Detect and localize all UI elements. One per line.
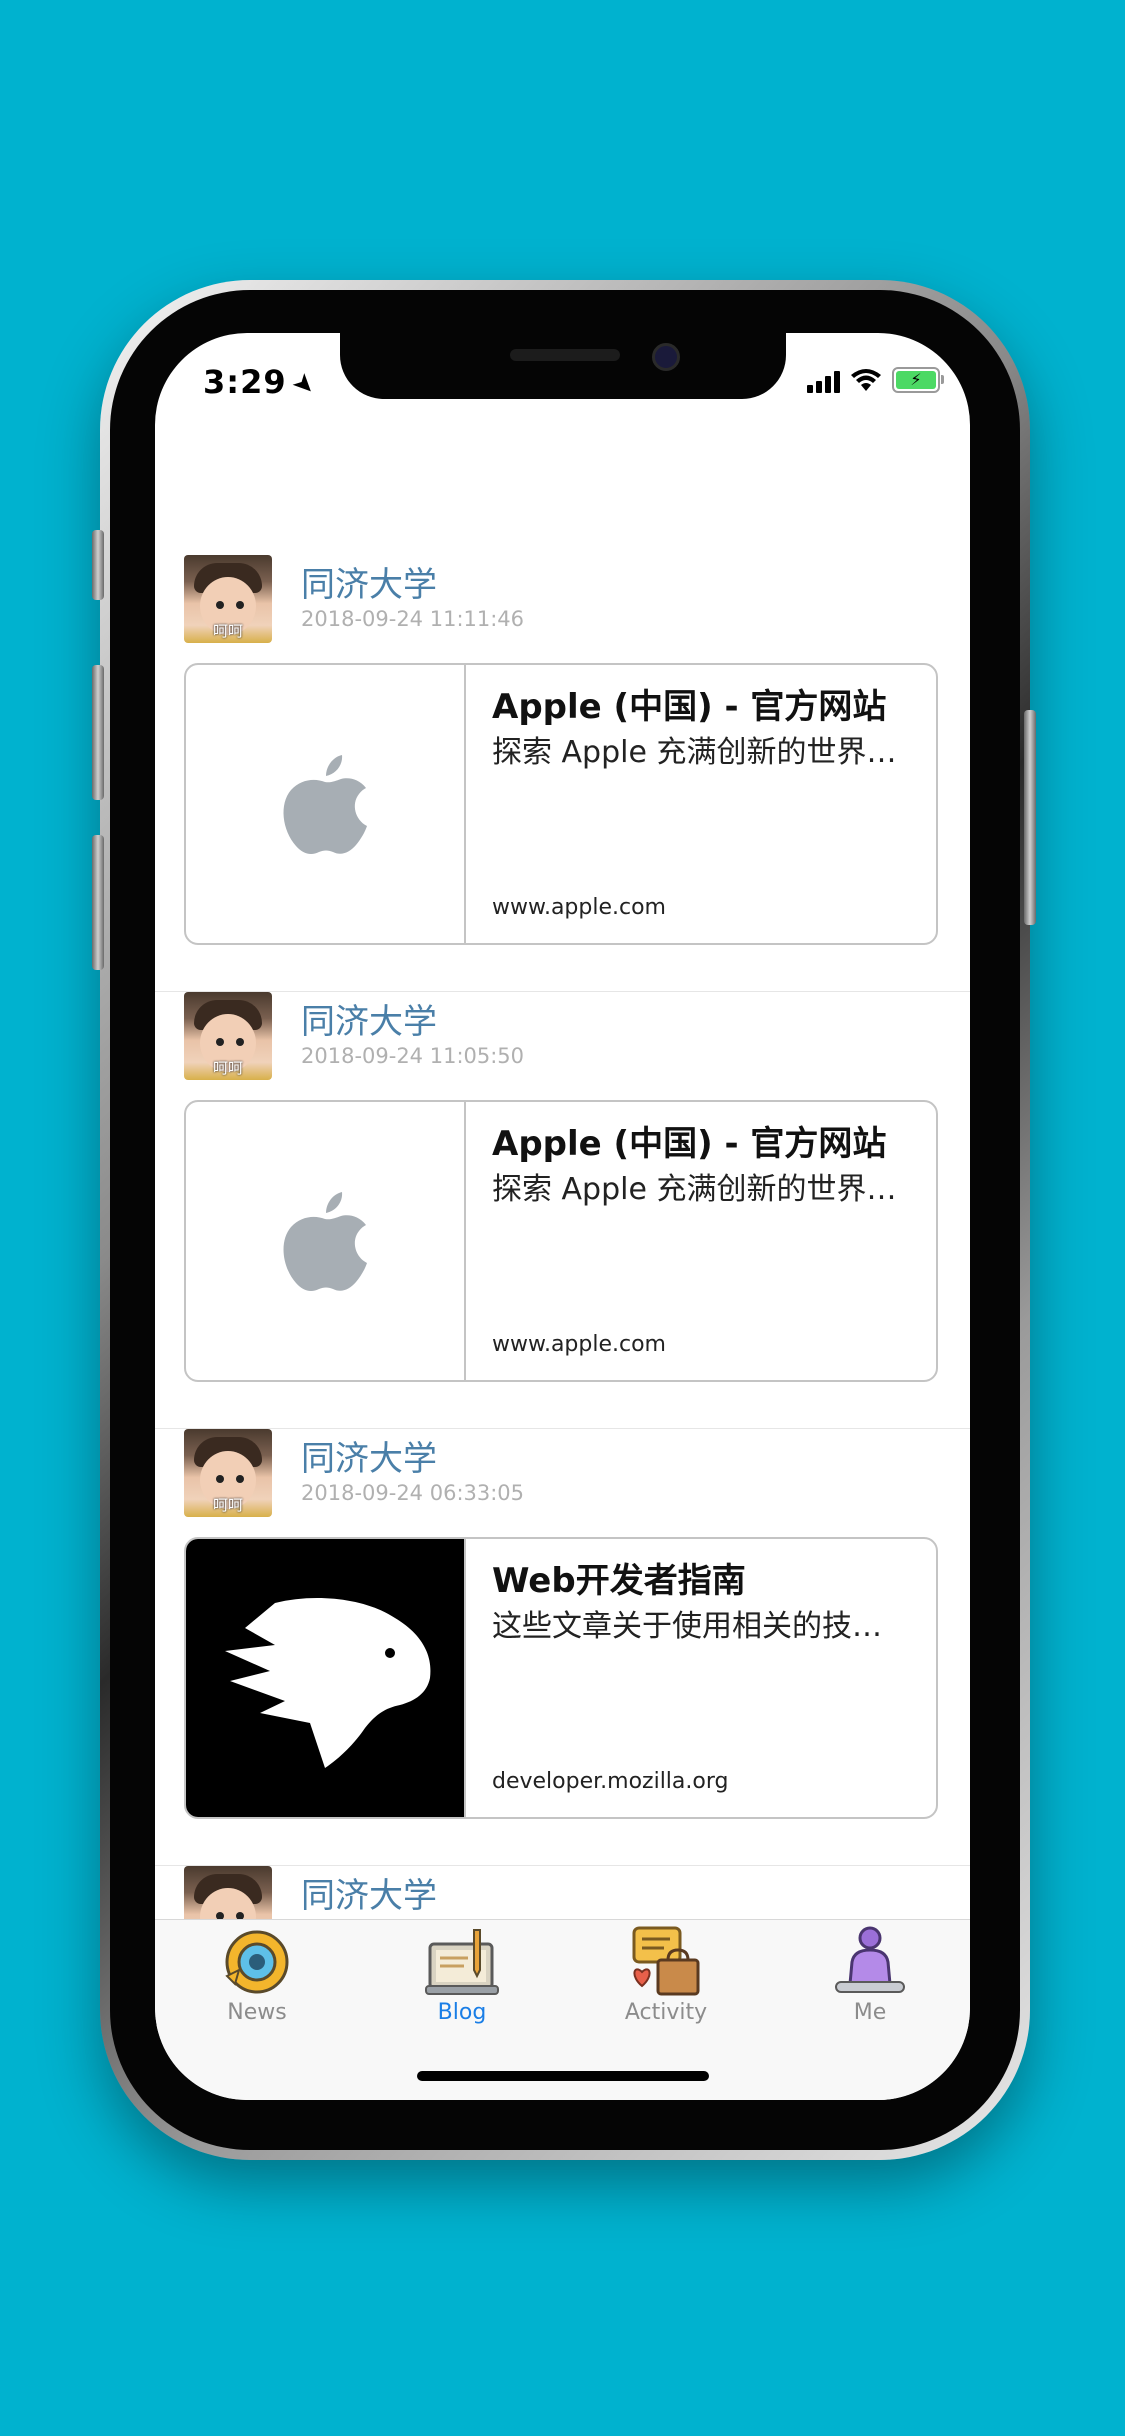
volume-down-button [92, 835, 104, 970]
feed-post[interactable]: 呵呵 同济大学 2018-09-24 11:05:50 Apple (中国) -… [155, 992, 970, 1429]
link-thumbnail [186, 665, 466, 943]
tab-label: Blog [437, 2000, 487, 2025]
news-icon [219, 1926, 295, 1998]
link-description: 探索 Apple 充满创新的世界… [492, 1172, 897, 1207]
feed-post[interactable]: 呵呵 同济大学 2018-09-24 06:33:05 Web开发者指南 这些文… [155, 1429, 970, 1866]
avatar-caption: 呵呵 [212, 622, 243, 640]
link-card[interactable]: Web开发者指南 这些文章关于使用相关的技… developer.mozilla… [184, 1537, 938, 1819]
avatar-caption: 呵呵 [212, 1496, 243, 1514]
blog-feed[interactable]: 呵呵 同济大学 2018-09-24 11:11:46 Apple (中国) -… [155, 555, 970, 2100]
avatar[interactable]: 呵呵 [184, 555, 272, 643]
home-indicator[interactable] [417, 2071, 709, 2081]
tab-activity[interactable]: Activity [596, 1926, 736, 2025]
tab-blog[interactable]: Blog [392, 1926, 532, 2025]
post-author[interactable]: 同济大学 [301, 994, 437, 1043]
tab-label: Activity [624, 2000, 708, 2025]
link-url: www.apple.com [492, 895, 666, 920]
post-author[interactable]: 同济大学 [301, 1431, 437, 1480]
tab-me[interactable]: Me [800, 1926, 940, 2025]
mute-switch [92, 530, 104, 600]
earpiece-speaker [510, 349, 620, 361]
link-title: Apple (中国) - 官方网站 [492, 1124, 887, 1164]
notch [340, 333, 786, 399]
post-time: 2018-09-24 11:05:50 [301, 1044, 525, 1068]
post-author[interactable]: 同济大学 [301, 557, 437, 606]
link-title: Apple (中国) - 官方网站 [492, 687, 887, 727]
link-url: developer.mozilla.org [492, 1769, 729, 1794]
activity-icon [628, 1926, 704, 1998]
tab-news[interactable]: News [187, 1926, 327, 2025]
blog-icon [424, 1926, 500, 1998]
cellular-signal-icon [807, 369, 840, 393]
tab-label: News [227, 2000, 287, 2025]
link-thumbnail [186, 1539, 466, 1817]
link-url: www.apple.com [492, 1332, 666, 1357]
avatar[interactable]: 呵呵 [184, 1429, 272, 1517]
avatar-caption: 呵呵 [212, 1059, 243, 1077]
location-arrow-icon: ➤ [285, 366, 323, 404]
avatar[interactable]: 呵呵 [184, 992, 272, 1080]
status-bar-indicators: ⚡ [807, 367, 944, 393]
power-button [1024, 710, 1036, 925]
status-bar-time: 3:29➤ [203, 363, 323, 404]
link-description: 这些文章关于使用相关的技… [492, 1609, 882, 1644]
tab-label: Me [853, 2000, 887, 2025]
volume-up-button [92, 665, 104, 800]
battery-icon: ⚡ [892, 367, 944, 393]
link-card[interactable]: Apple (中国) - 官方网站 探索 Apple 充满创新的世界… www.… [184, 1100, 938, 1382]
charging-bolt-icon: ⚡ [910, 370, 922, 389]
front-camera [652, 343, 680, 371]
me-icon [832, 1926, 908, 1998]
post-time: 2018-09-24 06:33:05 [301, 1481, 525, 1505]
link-card[interactable]: Apple (中国) - 官方网站 探索 Apple 充满创新的世界… www.… [184, 663, 938, 945]
post-time: 2018-09-24 11:11:46 [301, 607, 525, 631]
mdn-dino-icon [225, 1598, 431, 1768]
link-title: Web开发者指南 [492, 1561, 746, 1601]
link-description: 探索 Apple 充满创新的世界… [492, 735, 897, 770]
apple-logo-icon [283, 755, 367, 854]
feed-post[interactable]: 呵呵 同济大学 2018-09-24 11:11:46 Apple (中国) -… [155, 555, 970, 992]
link-thumbnail [186, 1102, 466, 1380]
apple-logo-icon [283, 1192, 367, 1291]
screen: 3:29➤ ⚡ 呵呵 同济大学 2018-09-24 11:11:46 Appl… [155, 333, 970, 2100]
wifi-icon [851, 369, 881, 391]
post-author[interactable]: 同济大学 [301, 1868, 437, 1917]
